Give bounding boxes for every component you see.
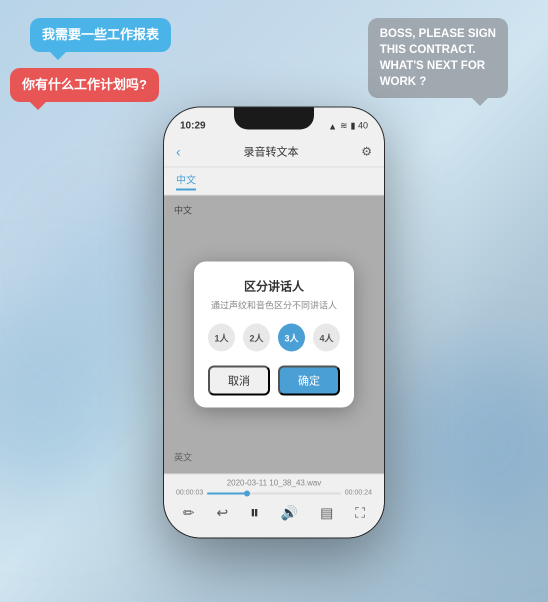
volume-icon[interactable]: 🔊	[281, 505, 298, 522]
settings-icon[interactable]: ⚙	[361, 144, 372, 158]
confirm-button[interactable]: 确定	[278, 366, 340, 396]
content-area: 中文 英文 区分讲话人 通过声纹和音色区分不同讲话人 1人 2人 3人 4人 取…	[164, 196, 384, 474]
status-time: 10:29	[180, 121, 206, 132]
tab-row: 中文	[164, 168, 384, 196]
back-button[interactable]: ‹	[176, 143, 181, 159]
screen-title: 录音转文本	[243, 143, 298, 159]
play-pause-button[interactable]: ⏸	[250, 503, 259, 524]
bubble2-text: 你有什么工作计划吗?	[22, 77, 147, 92]
bubble3-line1: BOSS, PLEASE SIGN	[380, 28, 496, 40]
speech-bubble-chinese-2: 你有什么工作计划吗?	[10, 68, 159, 102]
status-icons: ▲ ≋ ▮ 40	[328, 121, 368, 132]
phone-frame: 10:29 ▲ ≋ ▮ 40 ‹ 录音转文本 ⚙ 中文 中文 英文 区分讲话人	[164, 108, 384, 538]
bubble3-line3: WHAT'S NEXT FOR	[380, 60, 485, 72]
bubble1-text: 我需要一些工作报表	[42, 27, 159, 42]
progress-container: 00:00:03 00:00:24	[172, 490, 376, 497]
bg-decoration-2	[398, 350, 548, 530]
speaker-2-button[interactable]: 2人	[243, 324, 270, 352]
speaker-3-button[interactable]: 3人	[278, 324, 305, 352]
wifi-icon: ≋	[340, 121, 348, 132]
speech-bubble-english: BOSS, PLEASE SIGN THIS CONTRACT. WHAT'S …	[368, 18, 508, 98]
progress-dot	[244, 490, 250, 496]
rewind-icon[interactable]: ↩	[216, 505, 228, 522]
dialog-subtitle: 通过声纹和音色区分不同讲话人	[208, 299, 340, 312]
bubble3-line2: THIS CONTRACT.	[380, 44, 476, 56]
speaker-1-button[interactable]: 1人	[208, 324, 235, 352]
speech-bubble-chinese-1: 我需要一些工作报表	[30, 18, 171, 52]
save-icon[interactable]: ▤	[320, 505, 333, 522]
signal-icon: ▲	[328, 121, 337, 131]
progress-fill	[207, 492, 247, 494]
current-time: 00:00:03	[176, 490, 203, 497]
filename: 2020-03-11 10_38_43.wav	[172, 479, 376, 488]
dialog-actions: 取消 确定	[208, 366, 340, 396]
expand-icon[interactable]: ⛶	[355, 505, 365, 522]
speaker-options: 1人 2人 3人 4人	[208, 324, 340, 352]
player-bar: 2020-03-11 10_38_43.wav 00:00:03 00:00:2…	[164, 474, 384, 538]
phone-notch	[234, 108, 314, 130]
battery-icon: ▮ 40	[351, 121, 368, 132]
bubble3-line4: WORK ?	[380, 76, 427, 88]
cancel-button[interactable]: 取消	[208, 366, 270, 396]
dialog-title: 区分讲话人	[208, 278, 340, 295]
progress-bar[interactable]	[207, 492, 341, 494]
phone-screen: 10:29 ▲ ≋ ▮ 40 ‹ 录音转文本 ⚙ 中文 中文 英文 区分讲话人	[164, 108, 384, 538]
pencil-icon[interactable]: ✏	[183, 505, 195, 522]
controls-row: ✏ ↩ ⏸ 🔊 ▤ ⛶	[172, 503, 376, 524]
total-time: 00:00:24	[345, 490, 372, 497]
tab-chinese[interactable]: 中文	[176, 172, 196, 191]
dialog-overlay: 区分讲话人 通过声纹和音色区分不同讲话人 1人 2人 3人 4人 取消 确定	[164, 196, 384, 474]
speaker-4-button[interactable]: 4人	[313, 324, 340, 352]
speaker-dialog: 区分讲话人 通过声纹和音色区分不同讲话人 1人 2人 3人 4人 取消 确定	[194, 262, 354, 408]
top-nav-bar: ‹ 录音转文本 ⚙	[164, 136, 384, 168]
